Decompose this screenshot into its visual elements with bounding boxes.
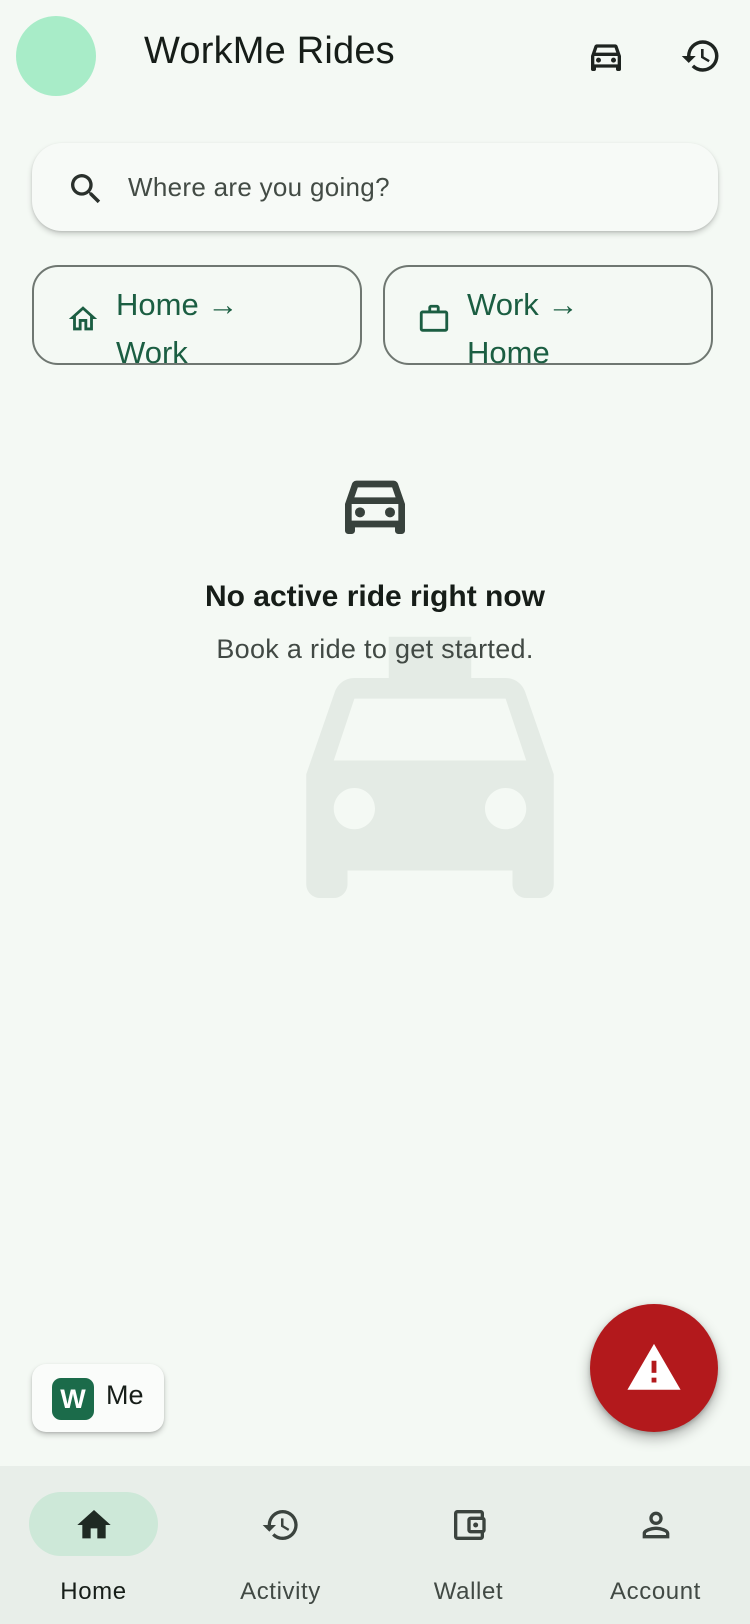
briefcase-icon [419,304,449,332]
route-label: Home → Work [116,287,239,370]
workme-logo: W [52,1378,94,1420]
account-icon [642,1511,670,1539]
nav-label: Account [610,1578,701,1605]
background-car-illustration [306,636,554,898]
avatar[interactable] [16,16,96,96]
nav-label: Activity [240,1578,321,1605]
history-button[interactable] [673,28,729,84]
nav-wallet[interactable]: Wallet [375,1466,562,1624]
top-app-bar: WorkMe Rides [0,0,750,112]
me-label: Me [106,1380,144,1410]
nav-home[interactable]: Home [0,1466,187,1624]
sos-emergency-button[interactable] [590,1304,718,1432]
empty-state-title: No active ride right now [204,580,546,613]
car-icon [591,44,621,71]
route-work-to-home-button[interactable]: Work → Home [383,265,713,370]
rides-button[interactable] [578,28,634,84]
nav-account[interactable]: Account [562,1466,749,1624]
history-icon [681,40,719,72]
nav-label: Home [60,1578,127,1605]
home-icon [68,306,98,331]
nav-label: Wallet [433,1578,504,1605]
route-home-to-work-button[interactable]: Home → Work [32,265,362,370]
nav-activity[interactable]: Activity [187,1466,374,1624]
home-filled-icon [77,1510,111,1539]
empty-state-subtitle: Book a ride to get started. [216,634,534,664]
wallet-icon [454,1510,486,1540]
bottom-navigation: Home Activity Wallet Account [0,1466,750,1624]
search-icon [71,174,101,204]
warning-icon [627,1343,681,1390]
route-label: Work → Home [467,287,579,370]
me-profile-chip[interactable]: W Me [32,1364,164,1432]
history-icon [262,1510,298,1540]
app-title: WorkMe Rides [144,30,395,72]
home-screen: WorkMe Rides Where are you going? Home →… [0,0,750,1624]
search-placeholder: Where are you going? [128,172,390,202]
car-icon [345,480,405,534]
